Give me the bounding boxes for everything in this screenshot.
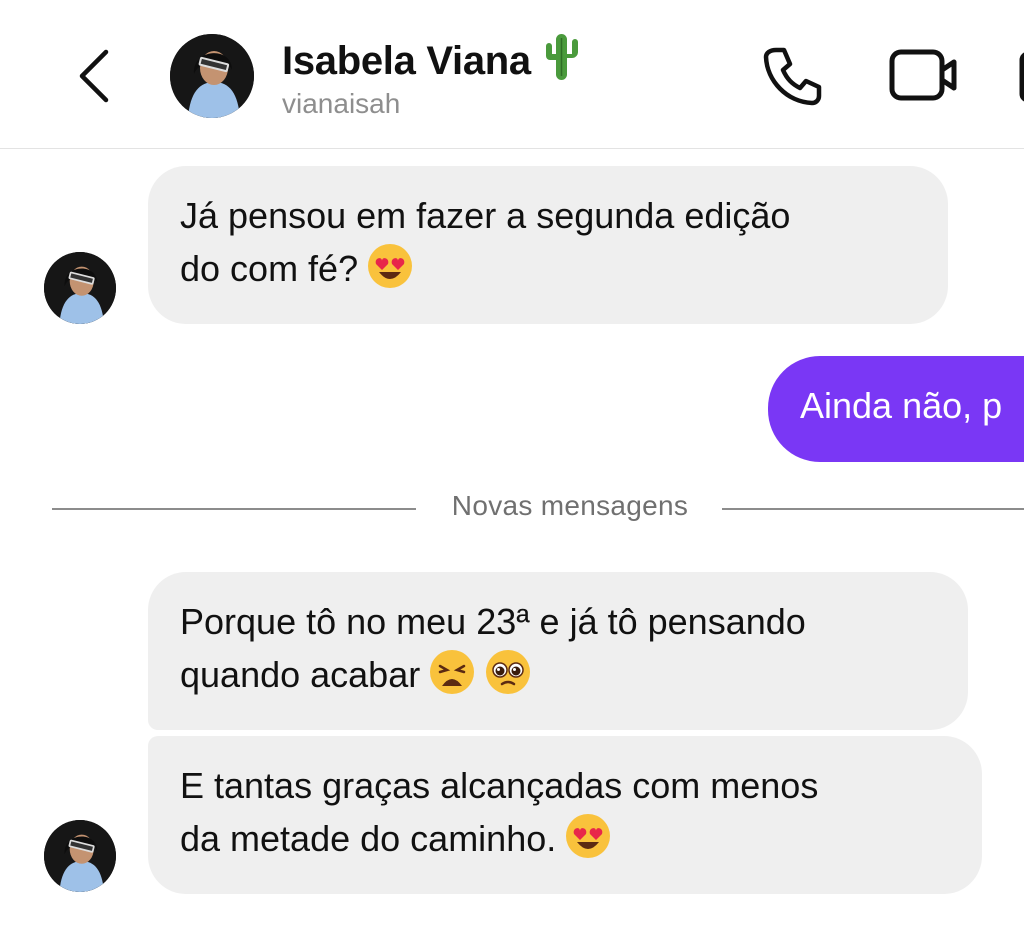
message-line-text: da metade do caminho. <box>180 818 557 859</box>
contact-username: vianaisah <box>282 88 401 119</box>
incoming-message-bubble[interactable]: E tantas graças alcançadas com menos da … <box>148 736 982 894</box>
heart-eyes-emoji <box>366 242 414 290</box>
message-line: da metade do caminho. <box>180 812 950 865</box>
avatar-photo <box>44 252 116 324</box>
contact-name[interactable]: Isabela Viana <box>282 30 581 84</box>
divider-line-left <box>52 508 416 510</box>
outgoing-message-bubble[interactable]: Ainda não, p <box>768 356 1024 462</box>
back-button[interactable] <box>68 40 124 112</box>
chat-header: Isabela Viana vianaisah <box>0 0 1024 149</box>
message-line: do com fé? <box>180 242 916 295</box>
audio-call-button[interactable] <box>756 40 828 112</box>
divider-line-right <box>722 508 1024 510</box>
incoming-message-bubble[interactable]: Já pensou em fazer a segunda edição do c… <box>148 166 948 324</box>
avatar-photo <box>170 34 254 118</box>
message-line: Porque tô no meu 23ª e já tô pensando <box>180 601 806 642</box>
chevron-left-icon <box>79 49 109 103</box>
message-text: Ainda não, p <box>800 385 1003 426</box>
message-line: E tantas graças alcançadas com menos <box>180 765 819 806</box>
contact-name-text: Isabela Viana <box>282 39 531 83</box>
sender-avatar[interactable] <box>44 820 116 892</box>
incoming-message-bubble[interactable]: Porque tô no meu 23ª e já tô pensando qu… <box>148 572 968 730</box>
pleading-face-emoji <box>484 648 532 696</box>
video-camera-icon <box>889 49 957 101</box>
message-line: Já pensou em fazer a segunda edição <box>180 195 791 236</box>
cactus-icon <box>541 30 581 82</box>
message-line: quando acabar <box>180 648 936 701</box>
phone-icon <box>763 47 822 106</box>
avatar-photo <box>44 820 116 892</box>
weary-face-emoji <box>428 648 476 696</box>
message-line-text: do com fé? <box>180 248 359 289</box>
heart-eyes-emoji <box>564 812 612 860</box>
info-button[interactable] <box>1008 40 1024 112</box>
new-messages-divider: Novas mensagens <box>451 490 689 521</box>
video-call-button[interactable] <box>884 40 964 112</box>
contact-avatar[interactable] <box>170 34 254 118</box>
message-line-text: quando acabar <box>180 654 421 695</box>
sender-avatar[interactable] <box>44 252 116 324</box>
info-icon <box>1019 52 1024 102</box>
